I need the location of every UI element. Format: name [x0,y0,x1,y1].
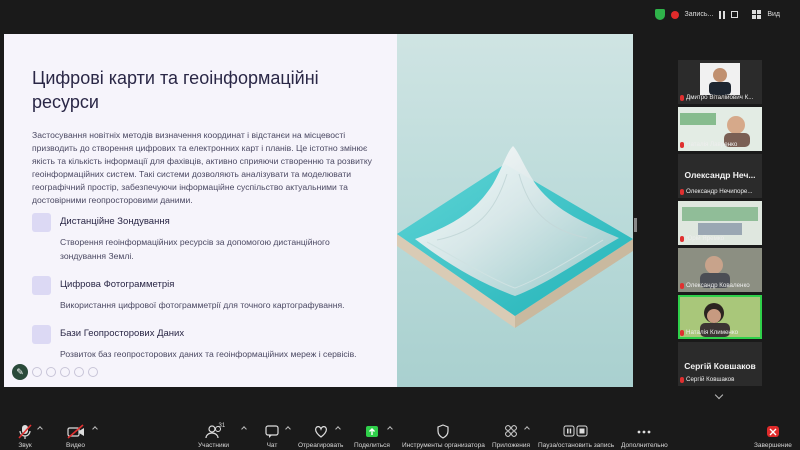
security-shield-icon[interactable] [654,9,665,20]
mic-muted-icon [680,235,684,242]
participant-name: Дмитро Віталійович К... [686,94,754,101]
chat-label: Чат [266,442,278,449]
share-screen-icon [365,426,378,437]
mic-muted-icon [680,94,684,101]
participant-name: Наталія Клименко [686,329,739,336]
recording-controls: Запись... Вид [654,9,780,20]
item-marker [32,325,51,344]
top-bar: Запись... Вид [0,0,800,30]
chat-button[interactable]: Чат [265,424,279,449]
pen-icon[interactable]: ✎ [12,364,28,380]
participant-tile-active[interactable]: Наталія Клименко [678,295,762,339]
video-off-icon [66,424,84,439]
item-desc: Розвиток баз геопросторових даних та гео… [60,349,357,359]
audio-label: Звук [18,442,32,449]
item-marker [32,213,51,232]
participants-label: Участники [198,442,230,449]
participants-options-caret-icon[interactable] [241,426,247,432]
terrain-illustration [397,146,633,328]
participant-name: Юрій Яремко [686,235,725,242]
mic-muted-icon [18,424,32,439]
video-button[interactable]: Видео [66,424,85,449]
end-meeting-label: Завершение [754,442,792,449]
audio-button[interactable]: Звук [18,424,32,449]
shared-screen-slide: Цифрові карти та геоінформаційні ресурси… [4,34,633,387]
slide-title: Цифрові карти та геоінформаційні ресурси [32,68,319,112]
slide-intro: Застосування новітніх методів визначення… [32,130,372,205]
pause-recording-icon[interactable] [719,10,726,19]
more-button[interactable]: Дополнительно [621,424,668,449]
participant-tile[interactable]: Олександр Коваленко [678,248,762,292]
recording-dot-icon [670,10,679,19]
annotation-tools: ✎ [12,364,98,380]
tool-icon[interactable] [74,367,84,377]
video-options-caret-icon[interactable] [92,426,98,432]
terrain-mountain-image [397,34,633,387]
mic-muted-icon [680,282,684,289]
chat-icon [265,425,279,438]
stop-recording-icon[interactable] [731,11,739,18]
meeting-toolbar: Звук Видео 31 Участники Чат Отреагироват… [0,420,800,450]
pause-stop-recording-icon [563,425,588,437]
participant-name: Сергій Ковшаков [686,376,735,383]
share-screen-button[interactable]: Поделиться [354,424,390,449]
end-meeting-button[interactable]: Завершение [754,424,792,449]
participants-panel: Дмитро Віталійович К... Наталія Лавренко… [678,60,762,394]
zoom-meeting-window: Запись... Вид Цифрові карти та геоінформ… [0,0,800,450]
host-tools-label: Инструменты организатора [402,442,485,449]
participant-tile[interactable]: Олександр Неч... Олександр Нечипоре... [678,154,762,198]
participants-count: 31 [218,423,226,429]
more-label: Дополнительно [621,442,668,449]
heart-icon [314,426,327,438]
item-title: Дистанційне Зондування [60,216,170,227]
share-label: Поделиться [354,442,390,449]
tool-icon[interactable] [88,367,98,377]
item-marker [32,276,51,295]
participant-name: Олександр Нечипоре... [686,188,753,195]
participant-name: Наталія Лавренко [686,141,738,148]
close-icon [766,426,779,437]
pause-recording-label: Пауза/остановить запись [538,442,615,449]
mic-muted-icon [680,329,684,336]
tool-icon[interactable] [32,367,42,377]
item-title: Цифрова Фотограмметрія [60,279,175,290]
view-grid-icon[interactable] [752,10,762,19]
item-title: Бази Геопросторових Даних [60,328,185,339]
participant-big-name: Олександр Неч... [684,170,756,180]
host-tools-button[interactable]: Инструменты организатора [402,424,485,449]
mic-muted-icon [680,376,684,383]
apps-label: Приложения [492,442,531,449]
video-label: Видео [66,442,85,449]
participant-tile[interactable]: Сергій Ковшаков Сергій Ковшаков [678,342,762,386]
split-divider-handle[interactable] [634,218,637,232]
pause-recording-button[interactable]: Пауза/остановить запись [538,424,614,449]
slide-text-area: Цифрові карти та геоінформаційні ресурси… [4,34,397,387]
participant-tile[interactable]: Юрій Яремко [678,201,762,245]
participants-button[interactable]: 31 Участники [198,423,230,449]
participant-big-name: Сергій Ковшаков [684,361,756,371]
apps-icon [505,425,517,437]
mic-muted-icon [680,141,684,148]
tool-icon[interactable] [60,367,70,377]
item-desc: Створення геоінформаційних ресурсів за д… [60,237,330,261]
tool-icon[interactable] [46,367,56,377]
view-button[interactable]: Вид [767,11,780,18]
item-desc: Використання цифрової фотограмметрії для… [60,300,345,310]
recording-label: Запись... [684,11,714,18]
more-dots-icon [637,430,651,434]
audio-options-caret-icon[interactable] [37,426,43,432]
participant-name: Олександр Коваленко [686,282,750,289]
shield-icon [437,424,450,439]
participant-tile[interactable]: Наталія Лавренко [678,107,762,151]
react-label: Отреагировать [298,442,344,449]
mic-muted-icon [680,188,684,195]
participant-tile[interactable]: Дмитро Віталійович К... [678,60,762,104]
chat-options-caret-icon[interactable] [285,426,291,432]
